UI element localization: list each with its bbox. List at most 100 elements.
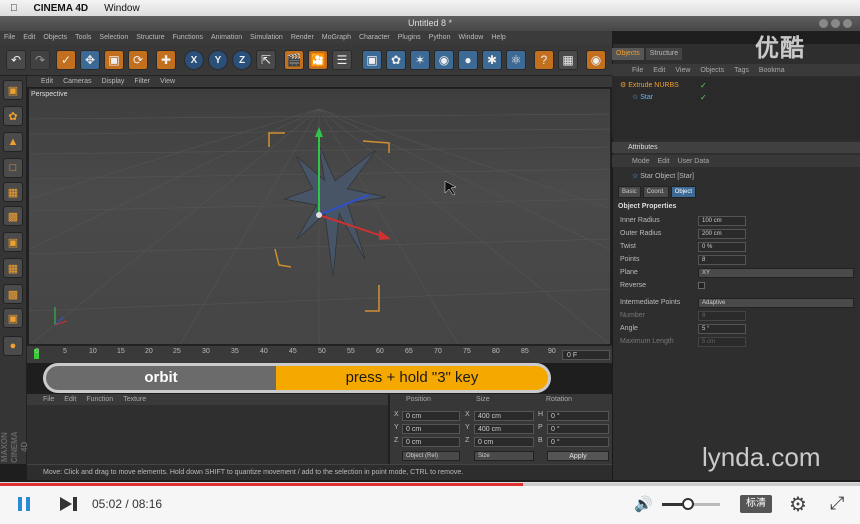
render-view-icon[interactable]: 🎬 xyxy=(284,50,304,70)
menu-plugins[interactable]: Plugins xyxy=(398,34,421,41)
vp-menu-cameras[interactable]: Cameras xyxy=(63,78,91,85)
move-tool-icon[interactable]: ✥ xyxy=(80,50,100,70)
om-menu-edit[interactable]: Edit xyxy=(653,67,665,74)
menu-simulation[interactable]: Simulation xyxy=(250,34,283,41)
render-picture-viewer-icon[interactable]: 🎦 xyxy=(308,50,328,70)
window-zoom-icon[interactable] xyxy=(843,19,852,28)
vp-menu-view[interactable]: View xyxy=(160,78,175,85)
polygons-mode-icon[interactable]: ▦ xyxy=(3,258,23,278)
pos-z-field[interactable]: 0 cm xyxy=(402,437,460,447)
angle-field[interactable]: 5 ° xyxy=(698,324,746,334)
menu-mograph[interactable]: MoGraph xyxy=(322,34,351,41)
coord-size-dropdown[interactable]: Size xyxy=(474,451,534,461)
menu-animation[interactable]: Animation xyxy=(211,34,242,41)
apply-button[interactable]: Apply xyxy=(547,451,609,461)
rot-h-field[interactable]: 0 ° xyxy=(547,411,609,421)
reverse-checkbox[interactable] xyxy=(698,282,705,289)
pos-x-field[interactable]: 0 cm xyxy=(402,411,460,421)
light-icon[interactable]: ◉ xyxy=(586,50,606,70)
plane-select[interactable]: XY xyxy=(698,268,854,278)
mat-menu-function[interactable]: Function xyxy=(86,396,113,403)
mac-menu-window[interactable]: Window xyxy=(104,3,140,14)
size-x-field[interactable]: 400 cm xyxy=(474,411,534,421)
array-icon[interactable]: ◉ xyxy=(434,50,454,70)
tab-objects[interactable]: Objects xyxy=(612,48,644,60)
star-object[interactable] xyxy=(283,145,386,276)
workplane-icon[interactable]: ▦ xyxy=(3,182,23,202)
window-close-icon[interactable] xyxy=(819,19,828,28)
visibility-check-icon[interactable]: ✓ xyxy=(700,93,707,102)
attr-menu-edit[interactable]: Edit xyxy=(658,158,670,165)
apple-icon[interactable]:  xyxy=(10,3,18,14)
intermediate-points-select[interactable]: Adaptive xyxy=(698,298,854,308)
settings-gear-icon[interactable]: ⚙ xyxy=(789,492,807,517)
points-mode-icon[interactable]: ▩ xyxy=(3,206,23,226)
timeline[interactable]: 0 5 10 15 20 25 30 35 40 45 50 55 60 65 … xyxy=(27,345,612,363)
make-editable-icon[interactable]: ▣ xyxy=(3,80,23,100)
menu-character[interactable]: Character xyxy=(359,34,390,41)
maximum-length-field[interactable]: 5 cm xyxy=(698,337,746,347)
current-frame-field[interactable]: 0 F xyxy=(562,350,610,360)
volume-icon[interactable]: 🔊 xyxy=(634,495,654,513)
3d-viewport[interactable]: Perspective xyxy=(28,88,611,345)
vp-menu-display[interactable]: Display xyxy=(101,78,124,85)
axis-mode-icon[interactable]: ▩ xyxy=(3,284,23,304)
snap-icon[interactable]: ▣ xyxy=(3,308,23,328)
om-menu-view[interactable]: View xyxy=(675,67,690,74)
number-field[interactable]: 8 xyxy=(698,311,746,321)
edges-mode-icon[interactable]: ▣ xyxy=(3,232,23,252)
menu-help[interactable]: Help xyxy=(491,34,505,41)
mat-menu-edit[interactable]: Edit xyxy=(64,396,76,403)
attr-menu-user-data[interactable]: User Data xyxy=(678,158,710,165)
undo-icon[interactable]: ↶ xyxy=(6,50,26,70)
scale-tool-icon[interactable]: ▣ xyxy=(104,50,124,70)
rotate-tool-icon[interactable]: ⟳ xyxy=(128,50,148,70)
menu-selection[interactable]: Selection xyxy=(99,34,128,41)
points-field[interactable]: 8 xyxy=(698,255,746,265)
inner-radius-field[interactable]: 100 cm xyxy=(698,216,746,226)
menu-objects[interactable]: Objects xyxy=(43,34,67,41)
pause-button[interactable] xyxy=(16,496,32,512)
tab-basic[interactable]: Basic xyxy=(618,186,641,198)
coordinate-system-icon[interactable]: ⇱ xyxy=(256,50,276,70)
object-list[interactable]: ⚙ Extrude NURBS ☆ Star ✓ ✓ xyxy=(612,77,860,139)
live-select-icon[interactable]: ✓ xyxy=(56,50,76,70)
tab-coord[interactable]: Coord. xyxy=(642,186,669,198)
z-axis-lock-button[interactable]: Z xyxy=(232,50,252,70)
redo-icon[interactable]: ↷ xyxy=(30,50,50,70)
visibility-check-icon[interactable]: ✓ xyxy=(700,81,707,90)
om-menu-tags[interactable]: Tags xyxy=(734,67,749,74)
mat-menu-texture[interactable]: Texture xyxy=(123,396,146,403)
pos-y-field[interactable]: 0 cm xyxy=(402,424,460,434)
menu-edit[interactable]: Edit xyxy=(23,34,35,41)
attr-menu-mode[interactable]: Mode xyxy=(632,158,650,165)
size-y-field[interactable]: 400 cm xyxy=(474,424,534,434)
recent-tool-icon[interactable]: ✚ xyxy=(156,50,176,70)
layout-icon[interactable]: ▦ xyxy=(558,50,578,70)
y-axis-arrow-icon[interactable] xyxy=(315,127,323,137)
menu-python[interactable]: Python xyxy=(429,34,451,41)
tab-object[interactable]: Object xyxy=(670,186,697,198)
menu-file[interactable]: File xyxy=(4,34,15,41)
nurbs-icon[interactable]: ✶ xyxy=(410,50,430,70)
window-minimize-icon[interactable] xyxy=(831,19,840,28)
x-axis-lock-button[interactable]: X xyxy=(184,50,204,70)
app-menu[interactable]: CINEMA 4D xyxy=(34,3,89,14)
camera-icon[interactable]: ? xyxy=(534,50,554,70)
om-menu-objects[interactable]: Objects xyxy=(700,67,724,74)
sculpt-icon[interactable]: ● xyxy=(3,336,23,356)
cube-icon[interactable]: ▣ xyxy=(362,50,382,70)
om-menu-bookmarks[interactable]: Bookma xyxy=(759,67,785,74)
x-axis-arrow-icon[interactable] xyxy=(379,230,391,240)
menu-structure[interactable]: Structure xyxy=(136,34,164,41)
size-z-field[interactable]: 0 cm xyxy=(474,437,534,447)
scene-icon[interactable]: ✱ xyxy=(482,50,502,70)
volume-slider[interactable] xyxy=(662,498,720,510)
om-menu-file[interactable]: File xyxy=(632,67,643,74)
object-row-extrude[interactable]: ⚙ Extrude NURBS xyxy=(620,81,679,91)
fullscreen-icon[interactable]: ⤢ xyxy=(830,493,844,514)
mat-menu-file[interactable]: File xyxy=(43,396,54,403)
rot-b-field[interactable]: 0 ° xyxy=(547,437,609,447)
outer-radius-field[interactable]: 200 cm xyxy=(698,229,746,239)
rot-p-field[interactable]: 0 ° xyxy=(547,424,609,434)
